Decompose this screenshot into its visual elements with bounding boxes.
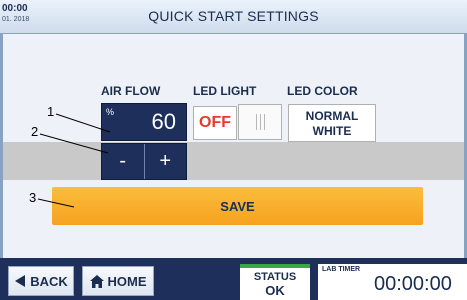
- led-color-line2: WHITE: [312, 124, 352, 138]
- air-flow-increment-button[interactable]: +: [143, 144, 187, 179]
- page-title: QUICK START SETTINGS: [148, 8, 319, 24]
- air-flow-unit: %: [106, 107, 115, 117]
- callout-2: 2: [31, 124, 39, 139]
- back-button[interactable]: BACK: [8, 266, 74, 296]
- home-icon: [89, 274, 104, 288]
- save-button[interactable]: SAVE: [52, 187, 423, 225]
- status-indicator[interactable]: STATUS OK: [240, 264, 310, 300]
- air-flow-stepper: - +: [101, 143, 187, 180]
- lab-timer-value: 00:00:00: [374, 273, 452, 295]
- back-label: BACK: [30, 273, 68, 289]
- home-label: HOME: [107, 273, 147, 289]
- air-flow-display[interactable]: % 60: [101, 103, 187, 141]
- lab-timer[interactable]: LAB TIMER 00:00:00: [318, 264, 467, 300]
- callout-3: 3: [29, 190, 37, 205]
- led-light-label: LED LIGHT: [193, 84, 257, 98]
- led-light-toggle[interactable]: [238, 104, 282, 140]
- lab-timer-label: LAB TIMER: [322, 266, 361, 273]
- led-color-line1: NORMAL: [305, 109, 359, 123]
- air-flow-label: AIR FLOW: [101, 84, 161, 98]
- air-flow-decrement-button[interactable]: -: [102, 144, 144, 179]
- header-bar: 00:00 01. 2018 QUICK START SETTINGS: [0, 0, 467, 34]
- control-band: [3, 142, 464, 180]
- status-value: OK: [265, 283, 285, 298]
- led-color-label: LED COLOR: [287, 84, 358, 98]
- back-arrow-icon: [15, 275, 26, 287]
- led-color-button[interactable]: NORMAL WHITE: [288, 104, 376, 142]
- toggle-grip-icon: [255, 114, 265, 130]
- led-light-off-button[interactable]: OFF: [193, 106, 237, 140]
- home-button[interactable]: HOME: [82, 266, 154, 296]
- air-flow-value: 60: [151, 109, 176, 134]
- callout-1: 1: [47, 104, 55, 119]
